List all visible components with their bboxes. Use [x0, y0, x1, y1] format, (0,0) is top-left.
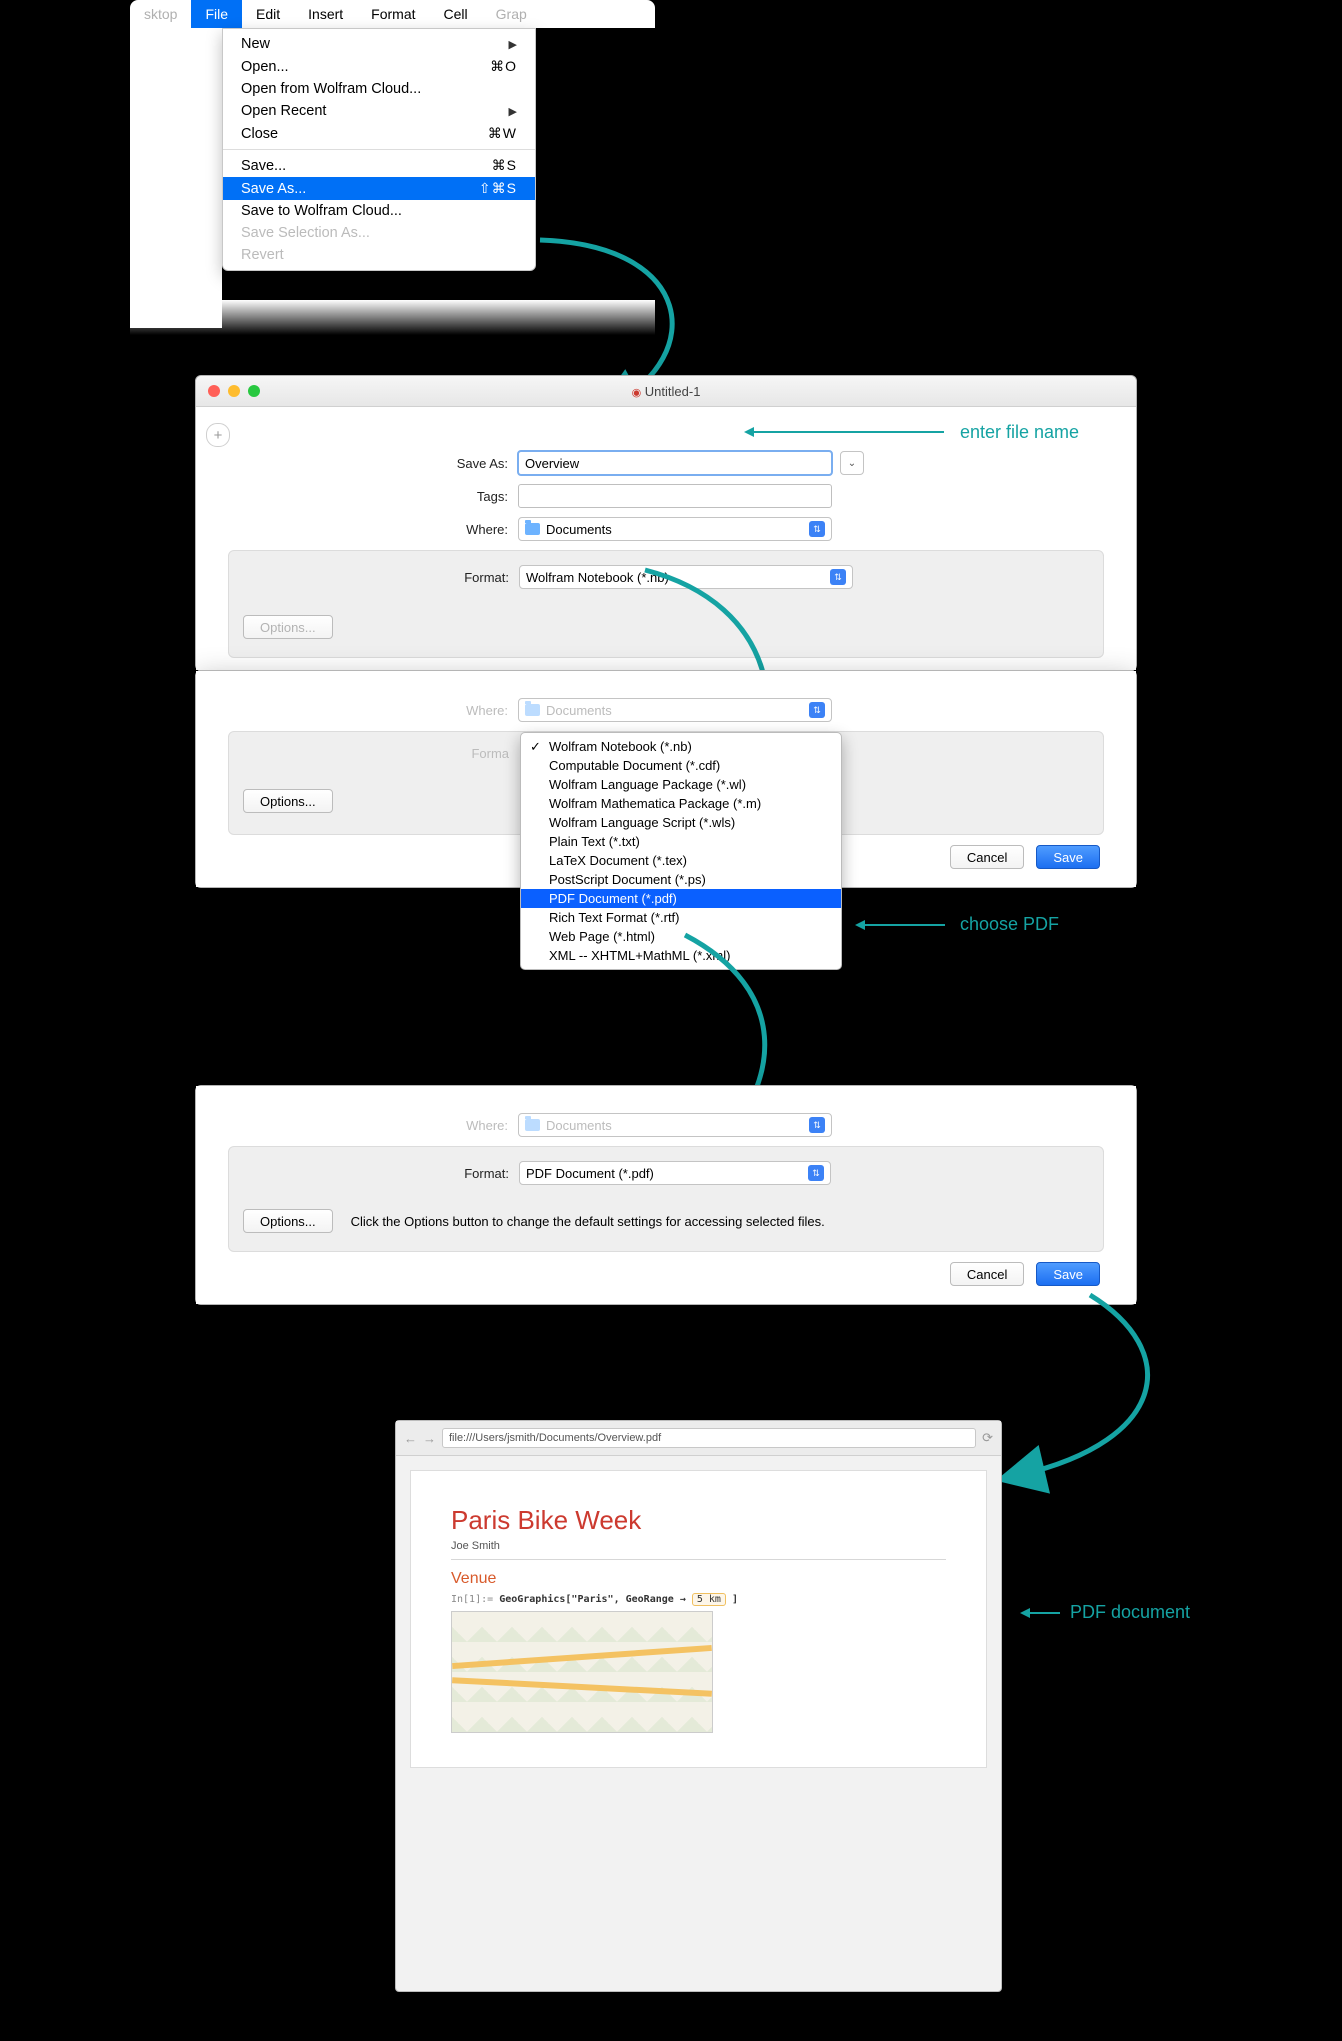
folder-icon [525, 704, 540, 716]
menu-cell[interactable]: Cell [430, 0, 482, 28]
format-label: Forma [243, 746, 509, 761]
menubar: sktop File Edit Insert Format Cell Grap [130, 0, 655, 28]
file-menu-item[interactable]: Open Recent▶ [223, 100, 535, 122]
menu-graphics[interactable]: Grap [482, 0, 541, 28]
format-value: Wolfram Notebook (*.nb) [526, 570, 669, 585]
new-tab-button[interactable]: + [206, 423, 230, 447]
options-hint: Click the Options button to change the d… [351, 1214, 825, 1229]
where-value: Documents [546, 522, 612, 537]
saveas-input[interactable] [518, 451, 832, 475]
file-menu-item[interactable]: Save to Wolfram Cloud... [223, 200, 535, 222]
where-label: Where: [198, 1118, 508, 1133]
format-select[interactable]: Wolfram Notebook (*.nb) ⇅ [519, 565, 853, 589]
format-option[interactable]: PostScript Document (*.ps) [521, 870, 841, 889]
menu-format[interactable]: Format [357, 0, 429, 28]
format-option[interactable]: Wolfram Mathematica Package (*.m) [521, 794, 841, 813]
menu-edit[interactable]: Edit [242, 0, 294, 28]
format-dropdown[interactable]: Wolfram Notebook (*.nb)Computable Docume… [520, 732, 842, 970]
format-option[interactable]: Wolfram Language Package (*.wl) [521, 775, 841, 794]
options-button[interactable]: Options... [243, 1209, 333, 1233]
format-label: Format: [243, 1166, 509, 1181]
format-option[interactable]: Computable Document (*.cdf) [521, 756, 841, 775]
options-button[interactable]: Options... [243, 615, 333, 639]
tags-input[interactable] [518, 484, 832, 508]
annotation-pdf-document: PDF document [1070, 1602, 1190, 1623]
format-option[interactable]: Web Page (*.html) [521, 927, 841, 946]
pdf-code: In[1]:= GeoGraphics["Paris", GeoRange → … [451, 1594, 946, 1605]
file-menu: New▶Open...⌘OOpen from Wolfram Cloud...O… [222, 28, 536, 271]
where-label: Where: [198, 703, 508, 718]
pdf-author: Joe Smith [451, 1540, 946, 1552]
file-menu-item[interactable]: Save...⌘S [223, 154, 535, 177]
pdf-preview-window: ← → ⟳ Paris Bike Week Joe Smith Venue In… [395, 1420, 1002, 1992]
format-label: Format: [243, 570, 509, 585]
forward-button[interactable]: → [423, 1431, 436, 1446]
save-dialog-3: Where: Documents ⇅ Format: PDF Document … [195, 1085, 1137, 1305]
flow-arrow-4 [1000, 1290, 1190, 1490]
menu-insert[interactable]: Insert [294, 0, 357, 28]
format-option[interactable]: XML -- XHTML+MathML (*.xml) [521, 946, 841, 965]
pdf-section: Venue [451, 1570, 946, 1588]
chevron-updown-icon: ⇅ [808, 1165, 824, 1181]
format-option[interactable]: LaTeX Document (*.tex) [521, 851, 841, 870]
where-value: Documents [546, 1118, 612, 1133]
options-button[interactable]: Options... [243, 789, 333, 813]
chevron-updown-icon: ⇅ [830, 569, 846, 585]
save-dialog-1: ◉ Untitled-1 + Save As: ⌄ Tags: Where: D… [195, 375, 1137, 671]
titlebar: ◉ Untitled-1 [196, 376, 1136, 407]
annotation-choose-pdf: choose PDF [960, 914, 1059, 935]
where-select[interactable]: Documents ⇅ [518, 698, 832, 722]
pdf-page: Paris Bike Week Joe Smith Venue In[1]:= … [410, 1470, 987, 1768]
menu-desktop[interactable]: sktop [130, 0, 191, 28]
format-option[interactable]: Rich Text Format (*.rtf) [521, 908, 841, 927]
format-option[interactable]: Wolfram Language Script (*.wls) [521, 813, 841, 832]
where-label: Where: [198, 522, 508, 537]
format-option[interactable]: Wolfram Notebook (*.nb) [521, 737, 841, 756]
save-button[interactable]: Save [1036, 1262, 1100, 1286]
file-menu-item: Save Selection As... [223, 222, 535, 244]
folder-icon [525, 1119, 540, 1131]
window-title: Untitled-1 [645, 384, 701, 399]
file-menu-item[interactable]: Close⌘W [223, 122, 535, 145]
format-option[interactable]: PDF Document (*.pdf) [521, 889, 841, 908]
cancel-button[interactable]: Cancel [950, 845, 1024, 869]
file-menu-item[interactable]: Save As...⇧⌘S [223, 177, 535, 200]
file-menu-item[interactable]: Open from Wolfram Cloud... [223, 78, 535, 100]
format-value: PDF Document (*.pdf) [526, 1166, 654, 1181]
expand-button[interactable]: ⌄ [840, 451, 864, 475]
chevron-updown-icon: ⇅ [809, 702, 825, 718]
file-menu-item[interactable]: New▶ [223, 33, 535, 55]
format-option[interactable]: Plain Text (*.txt) [521, 832, 841, 851]
tags-label: Tags: [198, 489, 508, 504]
chevron-updown-icon: ⇅ [809, 521, 825, 537]
reload-button[interactable]: ⟳ [982, 1430, 993, 1446]
file-menu-item[interactable]: Open...⌘O [223, 55, 535, 78]
where-value: Documents [546, 703, 612, 718]
back-button[interactable]: ← [404, 1431, 417, 1446]
folder-icon [525, 523, 540, 535]
where-select[interactable]: Documents ⇅ [518, 1113, 832, 1137]
map-graphic [451, 1611, 713, 1733]
pdf-title: Paris Bike Week [451, 1505, 946, 1536]
save-button[interactable]: Save [1036, 845, 1100, 869]
file-menu-item: Revert [223, 244, 535, 266]
saveas-label: Save As: [198, 456, 508, 471]
address-bar[interactable] [442, 1428, 976, 1448]
menu-file[interactable]: File [191, 0, 242, 28]
chevron-updown-icon: ⇅ [809, 1117, 825, 1133]
browser-toolbar: ← → ⟳ [396, 1421, 1001, 1456]
cancel-button[interactable]: Cancel [950, 1262, 1024, 1286]
where-select[interactable]: Documents ⇅ [518, 517, 832, 541]
format-select[interactable]: PDF Document (*.pdf) ⇅ [519, 1161, 831, 1185]
annotation-enter-filename: enter file name [960, 422, 1079, 443]
